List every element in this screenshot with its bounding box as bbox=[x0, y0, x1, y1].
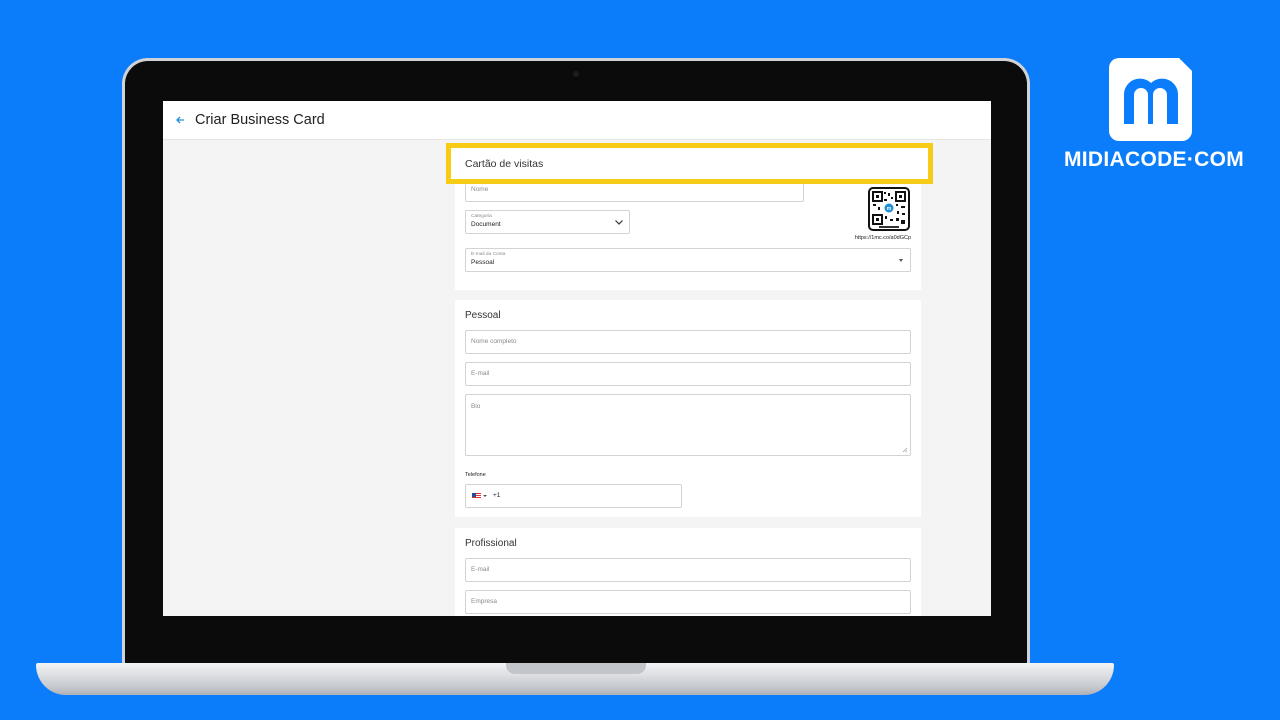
midiacode-logo bbox=[1109, 58, 1192, 141]
bio-placeholder: Bio bbox=[471, 403, 481, 410]
account-email-select[interactable]: E-mail da Conta Pessoal bbox=[465, 248, 911, 272]
phone-input[interactable]: +1 bbox=[465, 484, 682, 508]
page-title: Criar Business Card bbox=[195, 112, 325, 128]
midiacode-logo-icon bbox=[1124, 58, 1192, 124]
full-name-placeholder: Nome completo bbox=[471, 338, 517, 345]
personal-email-input[interactable]: E-mail bbox=[465, 362, 911, 386]
highlight-box: Cartão de visitas bbox=[446, 143, 933, 184]
brand-name: MIDIACODE·COM bbox=[1064, 148, 1245, 171]
us-flag-icon[interactable] bbox=[472, 493, 481, 499]
laptop-notch bbox=[506, 663, 646, 674]
professional-title: Profissional bbox=[465, 538, 517, 549]
personal-section: Pessoal Nome completo E-mail Bio Telefon… bbox=[455, 300, 921, 517]
category-value: Document bbox=[471, 221, 501, 228]
qr-code[interactable]: m bbox=[868, 187, 910, 231]
phone-country-code: +1 bbox=[493, 492, 501, 499]
professional-email-placeholder: E-mail bbox=[471, 566, 490, 573]
name-placeholder: Nome bbox=[471, 186, 489, 193]
personal-title: Pessoal bbox=[465, 310, 501, 321]
svg-text:m: m bbox=[887, 206, 892, 212]
qr-link[interactable]: https://1mc.co/a0dGCp bbox=[847, 235, 911, 241]
personal-email-placeholder: E-mail bbox=[471, 370, 490, 377]
resize-handle-icon[interactable] bbox=[902, 447, 908, 453]
professional-email-input[interactable]: E-mail bbox=[465, 558, 911, 582]
company-placeholder: Empresa bbox=[471, 598, 498, 605]
top-bar: Criar Business Card bbox=[163, 101, 991, 140]
full-name-input[interactable]: Nome completo bbox=[465, 330, 911, 354]
category-label: Categoria bbox=[471, 214, 492, 219]
category-select[interactable]: Categoria Document bbox=[465, 210, 630, 234]
chevron-down-icon bbox=[615, 220, 623, 225]
country-caret-icon bbox=[483, 495, 487, 497]
bio-textarea[interactable]: Bio bbox=[465, 394, 911, 456]
account-email-label: E-mail da Conta bbox=[471, 252, 506, 257]
caret-down-icon bbox=[899, 259, 903, 262]
professional-section: Profissional E-mail Empresa bbox=[455, 528, 921, 616]
phone-label: Telefone bbox=[465, 472, 486, 478]
company-input[interactable]: Empresa bbox=[465, 590, 911, 614]
back-arrow-icon[interactable] bbox=[173, 113, 187, 127]
account-email-value: Pessoal bbox=[471, 259, 495, 266]
camera-dot bbox=[573, 71, 579, 77]
business-card-heading: Cartão de visitas bbox=[465, 158, 544, 170]
laptop-base bbox=[36, 663, 1114, 695]
qr-code-icon: m bbox=[872, 191, 906, 228]
